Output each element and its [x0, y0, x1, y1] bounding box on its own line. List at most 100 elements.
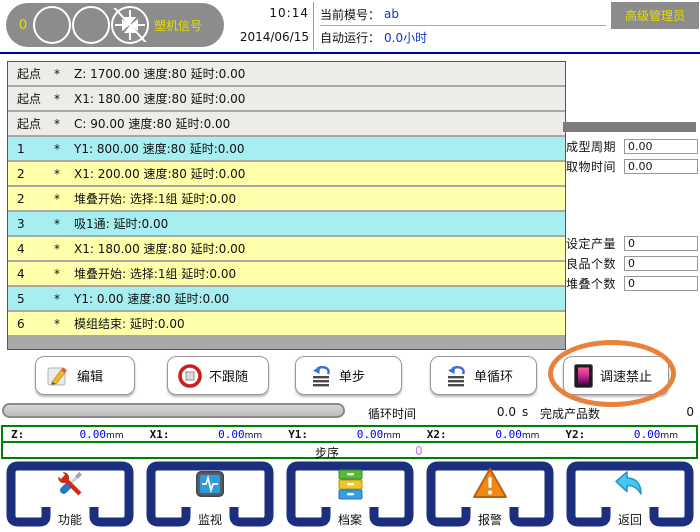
program-row[interactable]: 起点 * C: 90.00 速度:80 延时:0.00 — [8, 112, 565, 135]
mold-label: 当前模号： — [320, 6, 380, 23]
tools-icon — [4, 466, 136, 502]
cycle-time-unit: s — [522, 405, 528, 419]
program-row-index: 2 — [8, 167, 54, 181]
nav-files-button[interactable]: 档案 — [284, 461, 416, 529]
program-row-text: 堆叠开始: 选择:1组 延时:0.00 — [74, 190, 565, 207]
nav-monitor-button[interactable]: 监视 — [144, 461, 276, 529]
program-row-index: 3 — [8, 217, 54, 231]
program-row[interactable]: 5 * Y1: 0.00 速度:80 延时:0.00 — [8, 287, 565, 310]
back-arrow-icon — [564, 466, 696, 502]
speed-lock-button[interactable]: 调速禁止 — [563, 356, 669, 395]
single-step-button-label: 单步 — [339, 366, 365, 385]
single-step-button[interactable]: 单步 — [295, 356, 402, 395]
axis-position-cell: Z: 0.00 mm — [3, 428, 142, 441]
program-row-text: Z: 1700.00 速度:80 延时:0.00 — [74, 65, 565, 82]
done-count-value: 0 — [686, 405, 694, 419]
stat-label: 设定产量 — [566, 235, 620, 252]
stat-label: 成型周期 — [566, 138, 620, 155]
program-row[interactable]: 1 * Y1: 800.00 速度:80 延时:0.00 — [8, 137, 565, 160]
stat-cycle-period: 成型周期 0.00 — [566, 138, 698, 154]
program-row-text: X1: 180.00 速度:80 延时:0.00 — [74, 90, 565, 107]
stats-separator-bar — [563, 122, 696, 132]
axis-value: 0.00 — [80, 428, 107, 441]
program-row-text: X1: 180.00 速度:80 延时:0.00 — [74, 240, 565, 257]
program-row[interactable]: 起点 * Z: 1700.00 速度:80 延时:0.00 — [8, 62, 565, 85]
program-row[interactable]: 起点 * X1: 180.00 速度:80 延时:0.00 — [8, 87, 565, 110]
stat-target-output-field[interactable]: 0 — [624, 236, 698, 251]
axis-name: X1: — [150, 428, 170, 441]
edit-button[interactable]: 编辑 — [35, 356, 135, 395]
single-cycle-button[interactable]: 单循环 — [430, 356, 537, 395]
alarm-warning-icon — [424, 466, 556, 502]
program-row-text: 吸1通: 延时:0.00 — [74, 215, 565, 232]
axis-name: Y2: — [565, 428, 585, 441]
autorun-label: 自动运行： — [320, 29, 380, 46]
pencil-icon — [46, 364, 70, 388]
nav-alarm-button[interactable]: 报警 — [424, 461, 556, 529]
axis-unit: mm — [383, 431, 401, 441]
axis-position-cell: Y2: 0.00 mm — [557, 428, 696, 441]
stat-stack-count: 堆叠个数 0 — [566, 275, 698, 291]
program-row-index: 起点 — [8, 90, 54, 107]
stat-good-count: 良品个数 0 — [566, 255, 698, 271]
program-row[interactable]: 6 * 模组结束: 延时:0.00 — [8, 312, 565, 335]
program-row-star: * — [54, 92, 74, 106]
cycle-arrow-icon — [441, 365, 467, 387]
step-arrow-icon — [306, 365, 332, 387]
stat-cycle-period-field[interactable]: 0.00 — [624, 139, 698, 154]
stat-label: 取物时间 — [566, 158, 620, 175]
program-row-index: 起点 — [8, 115, 54, 132]
stat-good-count-field[interactable]: 0 — [624, 256, 698, 271]
program-row-star: * — [54, 317, 74, 331]
program-row-index: 4 — [8, 267, 54, 281]
program-row-star: * — [54, 67, 74, 81]
axis-name: Y1: — [288, 428, 308, 441]
nav-functions-button[interactable]: 功能 — [4, 461, 136, 529]
program-row[interactable]: 3 * 吸1通: 延时:0.00 — [8, 212, 565, 235]
program-row-text: 堆叠开始: 选择:1组 延时:0.00 — [74, 265, 565, 282]
program-row-text: C: 90.00 速度:80 延时:0.00 — [74, 115, 565, 132]
program-row[interactable]: 2 * 堆叠开始: 选择:1组 延时:0.00 — [8, 187, 565, 210]
signal-converge-disabled-icon — [111, 6, 149, 44]
signal-label: 塑机信号 — [154, 17, 202, 34]
program-row-star: * — [54, 167, 74, 181]
program-row-index: 2 — [8, 192, 54, 206]
user-role-badge[interactable]: 高级管理员 — [611, 2, 699, 29]
monitor-icon — [144, 466, 276, 502]
program-row-index: 4 — [8, 242, 54, 256]
axis-value: 0.00 — [357, 428, 384, 441]
program-row-text: 模组结束: 延时:0.00 — [74, 315, 565, 332]
single-cycle-button-label: 单循环 — [474, 366, 513, 385]
file-cabinet-icon — [284, 466, 416, 502]
done-count-label: 完成产品数 — [540, 405, 600, 422]
axis-unit: mm — [106, 431, 124, 441]
program-row-star: * — [54, 217, 74, 231]
nav-alarm-label: 报警 — [424, 511, 556, 528]
program-row-star: * — [54, 267, 74, 281]
program-row-star: * — [54, 142, 74, 156]
step-sequence-strip: 步序 0 — [1, 441, 698, 459]
signal-lamp-icon — [72, 6, 110, 44]
stat-label: 良品个数 — [566, 255, 620, 272]
axis-position-cell: X2: 0.00 mm — [419, 428, 558, 441]
edit-button-label: 编辑 — [77, 366, 103, 385]
no-follow-button-label: 不跟随 — [209, 366, 248, 385]
axis-unit: mm — [522, 431, 540, 441]
signal-count: 0 — [14, 18, 32, 33]
program-row-star: * — [54, 192, 74, 206]
nav-files-label: 档案 — [284, 511, 416, 528]
no-follow-button[interactable]: 不跟随 — [167, 356, 269, 395]
stat-pick-time-field[interactable]: 0.00 — [624, 159, 698, 174]
nav-back-button[interactable]: 返回 — [564, 461, 696, 529]
speed-lock-button-label: 调速禁止 — [600, 366, 652, 385]
program-row[interactable]: 2 * X1: 200.00 速度:80 延时:0.00 — [8, 162, 565, 185]
autorun-value: 0.0小时 — [384, 29, 427, 46]
axis-position-cell: X1: 0.00 mm — [142, 428, 281, 441]
speed-fader-icon — [574, 364, 593, 388]
program-row-star: * — [54, 117, 74, 131]
program-row[interactable]: 4 * X1: 180.00 速度:80 延时:0.00 — [8, 237, 565, 260]
cycle-time-label: 循环时间 — [368, 405, 416, 422]
program-row[interactable]: 4 * 堆叠开始: 选择:1组 延时:0.00 — [8, 262, 565, 285]
cycle-time-value: 0.0 — [478, 405, 516, 419]
stat-stack-count-field[interactable]: 0 — [624, 276, 698, 291]
